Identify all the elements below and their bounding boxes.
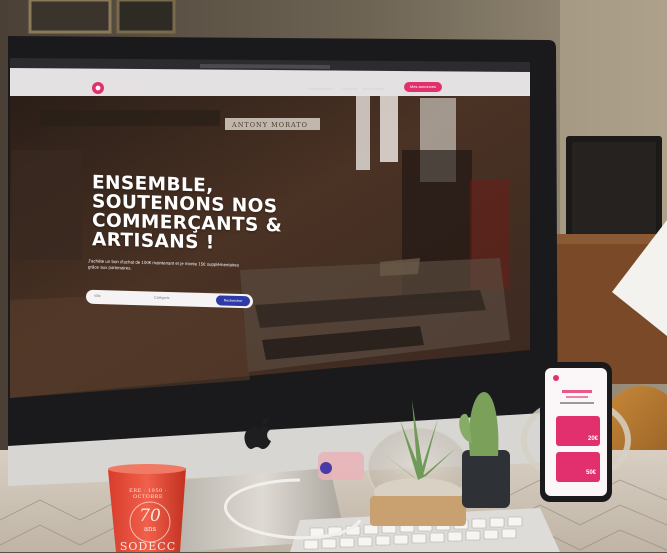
cup-number: 70	[139, 506, 161, 526]
cup-logo: SODECC	[119, 540, 177, 553]
search-button[interactable]: Rechercher	[216, 295, 250, 307]
mes-annonces-button[interactable]: Mes annonces	[404, 82, 442, 92]
hero-title: ENSEMBLE, SOUTENONS NOS COMMERÇANTS & AR…	[92, 172, 292, 255]
site-brand[interactable]: J'aide mes commerçants	[106, 82, 149, 94]
nav-link-annonces[interactable]: Les annonces	[308, 86, 333, 91]
storefront-sign: ANTONY MORATO	[232, 121, 308, 129]
cup-unit: ans	[143, 525, 157, 533]
cup-ring-text: ÈRE · 1950 · OCTOBRE	[129, 488, 167, 500]
photo-scene	[0, 0, 667, 552]
nav-link-compte[interactable]: Mon compte	[362, 86, 384, 91]
search-category-select[interactable]: Catégorie	[154, 296, 170, 300]
phone-voucher-price: 50€	[586, 470, 597, 476]
nav-link-apropos[interactable]: À propos	[341, 86, 357, 91]
phone-voucher-price: 20€	[588, 436, 599, 442]
brand-line-2: commerçants	[106, 87, 149, 94]
search-city-input[interactable]: Ville	[94, 294, 101, 298]
